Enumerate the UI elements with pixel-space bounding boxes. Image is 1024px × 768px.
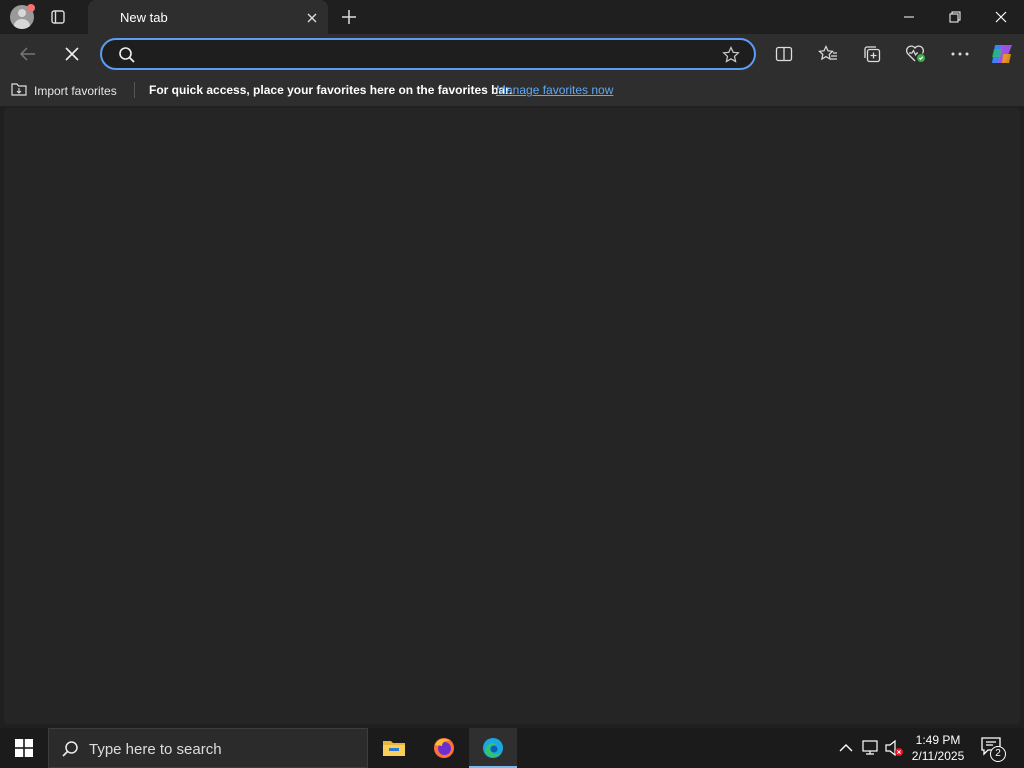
taskbar: Type here to search 1:49 PM 2/11/2025 2 (0, 728, 1024, 768)
chevron-up-icon[interactable] (836, 738, 856, 758)
restore-icon[interactable] (932, 0, 978, 34)
star-icon[interactable] (722, 46, 740, 64)
tab-title: New tab (120, 10, 168, 25)
tab-actions-icon[interactable] (50, 9, 66, 25)
page-content (4, 108, 1020, 724)
stop-icon[interactable] (60, 42, 84, 66)
profile-notification-dot (27, 4, 35, 12)
manage-favorites-link[interactable]: Manage favorites now (496, 83, 613, 97)
tab-new-tab[interactable]: New tab (88, 0, 328, 34)
firefox-icon[interactable] (420, 728, 468, 768)
search-icon (61, 740, 79, 758)
minimize-icon[interactable] (886, 0, 932, 34)
system-clock[interactable]: 1:49 PM 2/11/2025 (905, 732, 971, 764)
notification-count-badge: 2 (990, 746, 1006, 762)
edge-icon[interactable] (469, 728, 517, 768)
windows-icon[interactable] (0, 728, 48, 768)
address-bar[interactable] (100, 38, 756, 70)
divider (134, 82, 135, 98)
favorites-icon[interactable] (816, 42, 840, 66)
toolbar (0, 34, 1024, 74)
favorites-bar: Import favorites For quick access, place… (0, 74, 1024, 106)
taskbar-search-placeholder: Type here to search (89, 741, 222, 758)
browser-essentials-icon[interactable] (904, 42, 928, 66)
close-window-icon[interactable] (978, 0, 1024, 34)
more-icon[interactable] (948, 42, 972, 66)
clock-date: 2/11/2025 (911, 749, 965, 763)
title-bar: New tab (0, 0, 1024, 34)
volume-muted-icon[interactable] (884, 738, 904, 758)
plus-icon[interactable] (340, 8, 358, 26)
import-favorites-label: Import favorites (34, 83, 117, 98)
address-input[interactable] (144, 44, 704, 64)
back-arrow-icon[interactable] (16, 42, 40, 66)
import-favorites-button[interactable]: Import favorites (10, 81, 117, 100)
close-icon[interactable] (306, 11, 318, 23)
copilot-icon[interactable] (990, 42, 1014, 66)
file-explorer-icon[interactable] (370, 728, 418, 768)
search-icon (118, 46, 136, 64)
clock-time: 1:49 PM (915, 733, 961, 747)
taskbar-search-box[interactable]: Type here to search (48, 728, 368, 768)
network-icon[interactable] (860, 738, 880, 758)
split-screen-icon[interactable] (772, 42, 796, 66)
favorites-bar-message: For quick access, place your favorites h… (149, 83, 513, 97)
import-icon (10, 81, 28, 100)
collections-icon[interactable] (860, 42, 884, 66)
